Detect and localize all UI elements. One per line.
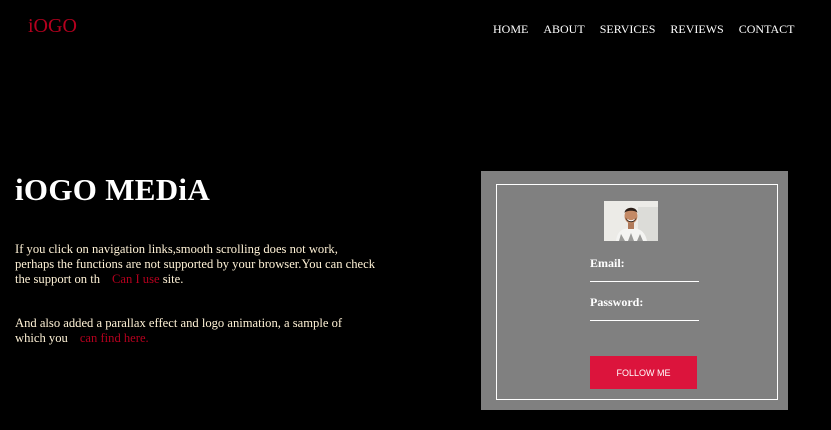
hero-paragraph-smooth-scrolling: If you click on navigation links,smooth … (15, 242, 375, 287)
can-i-use-link[interactable]: Can I use (112, 272, 160, 286)
nav-contact[interactable]: CONTACT (739, 22, 795, 36)
nav-about[interactable]: ABOUT (543, 22, 584, 36)
logo-link[interactable]: iOGO (28, 15, 77, 37)
paragraph1-text: If you click on navigation links,smooth … (15, 242, 376, 286)
hero-title: iOGO MEDiA (15, 172, 211, 207)
paragraph1-tail: site. (162, 272, 184, 286)
follow-me-button[interactable]: FOLLOW ME (590, 356, 697, 389)
nav-home[interactable]: HOME (493, 22, 528, 36)
paragraph2-text: And also added a parallax effect and log… (15, 316, 343, 345)
page: iOGO HOME ABOUT SERVICES REVIEWS CONTACT… (0, 0, 831, 430)
find-here-link[interactable]: can find here. (80, 331, 149, 345)
avatar-photo-icon (604, 201, 658, 241)
password-field[interactable] (590, 306, 699, 321)
follow-panel: Email: Password: FOLLOW ME (481, 171, 788, 410)
follow-form: Email: Password: FOLLOW ME (496, 184, 778, 400)
person-photo-icon (604, 201, 658, 241)
main-nav: HOME ABOUT SERVICES REVIEWS CONTACT (493, 22, 809, 36)
email-field[interactable] (590, 267, 699, 282)
nav-reviews[interactable]: REVIEWS (670, 22, 723, 36)
nav-services[interactable]: SERVICES (600, 22, 656, 36)
hero-paragraph-parallax: And also added a parallax effect and log… (15, 316, 375, 346)
